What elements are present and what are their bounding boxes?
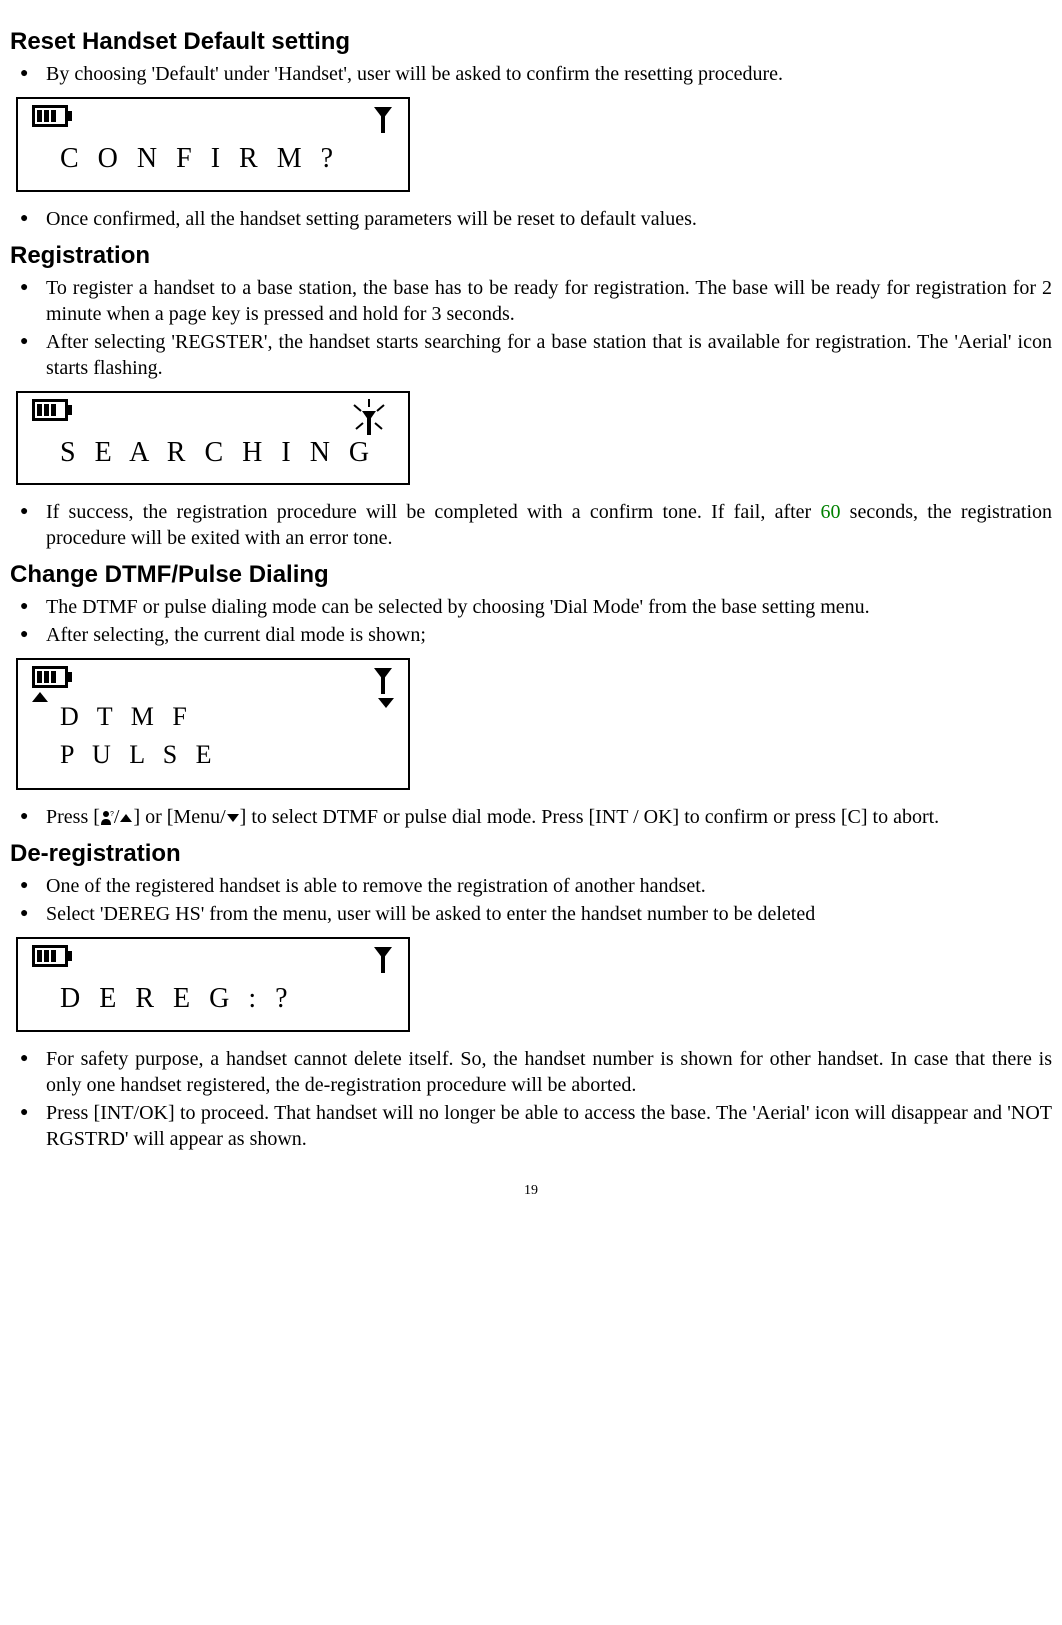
lcd-dtmf: D T M F P U L S E	[16, 658, 410, 790]
lcd-dereg-text: D E R E G : ?	[28, 977, 398, 1019]
dereg-bullets-after: For safety purpose, a handset cannot del…	[10, 1046, 1052, 1152]
heading-dtmf: Change DTMF/Pulse Dialing	[10, 559, 1052, 590]
antenna-icon	[372, 945, 394, 973]
dereg-bullets: One of the registered handset is able to…	[10, 873, 1052, 927]
lcd-dereg: D E R E G : ?	[16, 937, 410, 1031]
lcd-dtmf-line1: D T M F	[28, 698, 398, 736]
press-mid1: ] or [Menu/	[133, 806, 225, 828]
antenna-flashing-icon	[344, 399, 394, 439]
dtmf-bullet-1: The DTMF or pulse dialing mode can be se…	[10, 594, 1052, 620]
reset-bullets-2: Once confirmed, all the handset setting …	[10, 206, 1052, 232]
dereg-after-bullet-1: For safety purpose, a handset cannot del…	[10, 1046, 1052, 1098]
battery-icon	[32, 105, 68, 127]
reg-after-pre: If success, the registration procedure w…	[46, 501, 820, 523]
lcd-dtmf-line2: P U L S E	[28, 736, 398, 774]
battery-icon	[32, 666, 68, 688]
lcd-searching: S E A R C H I N G	[16, 391, 410, 485]
heading-dereg: De-registration	[10, 838, 1052, 869]
lcd-confirm-text: C O N F I R M ?	[28, 137, 398, 179]
dereg-bullet-1: One of the registered handset is able to…	[10, 873, 1052, 899]
registration-bullet-after: If success, the registration procedure w…	[10, 499, 1052, 551]
down-arrow-small-icon	[226, 813, 240, 823]
battery-icon	[32, 399, 68, 421]
dereg-after-bullet-2: Press [INT/OK] to proceed. That handset …	[10, 1100, 1052, 1152]
registration-bullet-2: After selecting 'REGSTER', the handset s…	[10, 329, 1052, 381]
down-arrow-icon	[378, 698, 394, 708]
battery-icon	[32, 945, 68, 967]
heading-registration: Registration	[10, 240, 1052, 271]
dtmf-bullet-2: After selecting, the current dial mode i…	[10, 622, 1052, 648]
registration-bullet-1: To register a handset to a base station,…	[10, 275, 1052, 327]
dereg-bullet-2: Select 'DEREG HS' from the menu, user wi…	[10, 901, 1052, 927]
antenna-icon	[372, 105, 394, 133]
lcd-confirm: C O N F I R M ?	[16, 97, 410, 191]
registration-bullets-after: If success, the registration procedure w…	[10, 499, 1052, 551]
lcd-searching-text: S E A R C H I N G	[28, 431, 398, 473]
reg-after-num: 60	[820, 501, 840, 523]
dtmf-press-bullet: Press [?/] or [Menu/] to select DTMF or …	[10, 804, 1052, 830]
dtmf-press-bullets: Press [?/] or [Menu/] to select DTMF or …	[10, 804, 1052, 830]
press-mid2: ] to select DTMF or pulse dial mode. Pre…	[240, 806, 940, 828]
registration-bullets: To register a handset to a base station,…	[10, 275, 1052, 381]
heading-reset: Reset Handset Default setting	[10, 26, 1052, 57]
reset-bullets-1: By choosing 'Default' under 'Handset', u…	[10, 61, 1052, 87]
press-pre: Press [	[46, 806, 100, 828]
reset-bullet-2: Once confirmed, all the handset setting …	[10, 206, 1052, 232]
dtmf-bullets: The DTMF or pulse dialing mode can be se…	[10, 594, 1052, 648]
phonebook-icon: ?	[100, 810, 114, 826]
up-arrow-small-icon	[119, 813, 133, 823]
antenna-icon	[372, 666, 394, 694]
reset-bullet-1: By choosing 'Default' under 'Handset', u…	[10, 61, 1052, 87]
up-arrow-icon	[32, 692, 48, 702]
page-number: 19	[10, 1182, 1052, 1200]
